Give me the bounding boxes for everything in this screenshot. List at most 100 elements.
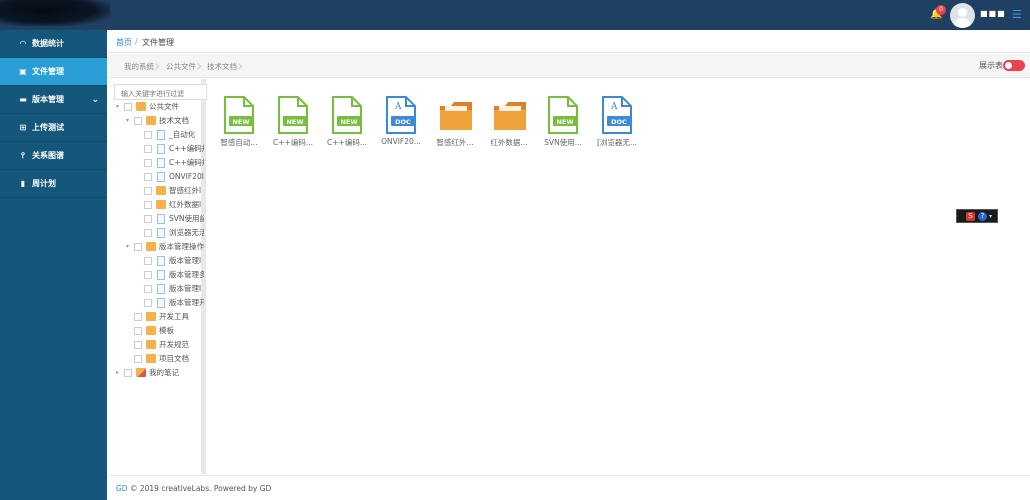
- tree-node-label: SVN使用記: [169, 214, 204, 223]
- tree-checkbox[interactable]: [134, 117, 142, 125]
- file-grid: NEW 智感自动... NEW C++编码... NEW C++编码... A DOC ONVI…: [211, 79, 1030, 474]
- file-name: C++编码...: [327, 138, 367, 147]
- graph-icon: ⫯: [21, 151, 25, 160]
- sidebar-item-stats[interactable]: ◠ 数据统计: [0, 30, 107, 58]
- sidebar-item-graph[interactable]: ⫯ 关系图谱: [0, 142, 107, 170]
- tree-node[interactable]: 版本管理多: [136, 268, 204, 282]
- tree-node[interactable]: ▾ 技术文档: [126, 114, 204, 128]
- tree-node[interactable]: 开发规范: [126, 338, 204, 352]
- dropdown-icon[interactable]: ▾: [989, 212, 992, 221]
- view-toggle-switch[interactable]: [1003, 60, 1025, 71]
- tree-node[interactable]: 红外数据l: [136, 198, 204, 212]
- tree-checkbox[interactable]: [144, 131, 152, 139]
- path-bar: 我的系统 › 公共文件 › 技术文档 › 展示表: [108, 54, 1030, 78]
- file-badge: DOC: [611, 118, 627, 126]
- file-item[interactable]: 智感红外...: [429, 96, 481, 151]
- floating-toolbar: S ? ▾: [956, 209, 998, 223]
- tree-node[interactable]: _自动化: [136, 128, 204, 142]
- tree-checkbox[interactable]: [144, 145, 152, 153]
- sidebar-item-upload[interactable]: ⊞ 上传测试: [0, 114, 107, 142]
- sidebar-item-weekly-plan[interactable]: ▮ 周计划: [0, 170, 107, 198]
- avatar[interactable]: [950, 3, 975, 28]
- caret-icon[interactable]: ▾: [126, 114, 134, 128]
- path-segment-tech-docs[interactable]: 技术文档: [207, 61, 237, 72]
- tree-node[interactable]: ONVIF20l: [136, 170, 204, 184]
- tree-node[interactable]: 开发工具: [126, 310, 204, 324]
- caret-icon[interactable]: ▾: [116, 100, 124, 114]
- tree-checkbox[interactable]: [144, 215, 152, 223]
- tree-checkbox[interactable]: [144, 201, 152, 209]
- tree-node[interactable]: 版本管理开: [136, 296, 204, 310]
- tree-node[interactable]: 模板: [126, 324, 204, 338]
- hamburger-icon[interactable]: ☰: [1012, 9, 1022, 20]
- breadcrumb: 首页 / 文件管理: [108, 30, 1030, 53]
- tree-node[interactable]: 智感红外l: [136, 184, 204, 198]
- folder-icon: [136, 102, 146, 111]
- brand-logo: [0, 0, 110, 26]
- sogou-icon[interactable]: S: [966, 212, 975, 221]
- tree-checkbox[interactable]: [144, 271, 152, 279]
- doc-icon: [157, 172, 165, 182]
- sidebar-item-versions[interactable]: ▬ 版本管理 ⌄: [0, 86, 107, 114]
- footer-brand-link[interactable]: GD: [116, 484, 128, 493]
- caret-icon[interactable]: ▾: [126, 240, 134, 254]
- tree-node[interactable]: 版本管理l: [136, 254, 204, 268]
- folder-icon: [146, 354, 156, 363]
- chevron-right-icon: ›: [237, 56, 244, 75]
- tree-node[interactable]: SVN使用記: [136, 212, 204, 226]
- tree-checkbox[interactable]: [144, 285, 152, 293]
- tree-checkbox[interactable]: [134, 355, 142, 363]
- tree-checkbox[interactable]: [144, 257, 152, 265]
- file-badge: NEW: [340, 118, 357, 126]
- file-item[interactable]: A DOC ONVIF20...: [375, 96, 427, 151]
- tree-node[interactable]: 项目文档: [126, 352, 204, 366]
- dashboard-icon: ◠: [19, 39, 27, 48]
- caret-icon[interactable]: ▸: [116, 366, 124, 380]
- tree-node[interactable]: C++编码规: [136, 142, 204, 156]
- path-segment-public[interactable]: 公共文件: [166, 61, 196, 72]
- file-item[interactable]: NEW C++编码...: [267, 96, 319, 151]
- tree-node[interactable]: ▸ 我的笔记: [116, 366, 204, 380]
- file-name: C++编码...: [273, 138, 313, 147]
- tree-checkbox[interactable]: [144, 299, 152, 307]
- file-item[interactable]: NEW C++编码...: [321, 96, 373, 151]
- file-item[interactable]: NEW SVN使用...: [537, 96, 589, 151]
- tree-node[interactable]: ▾ 版本管理操作: [126, 240, 204, 254]
- tree-node-label: 智感红外l: [169, 186, 202, 195]
- tree-node-label: 项目文档: [159, 354, 189, 363]
- tree-node[interactable]: 浏览器无活: [136, 226, 204, 240]
- sidebar-item-files[interactable]: ▣ 文件管理: [0, 58, 107, 86]
- path-segment-my-system[interactable]: 我的系统: [124, 61, 154, 72]
- tree-checkbox[interactable]: [144, 159, 152, 167]
- help-icon[interactable]: ?: [978, 212, 987, 221]
- file-item[interactable]: 红外数据...: [483, 96, 535, 151]
- tree-checkbox[interactable]: [134, 341, 142, 349]
- toggle-knob: [1005, 62, 1012, 69]
- tree-node-label: C++编码规: [169, 144, 204, 153]
- file-badge: DOC: [395, 118, 411, 126]
- breadcrumb-home-link[interactable]: 首页: [116, 37, 132, 48]
- tree-node-label: ONVIF20l: [169, 172, 204, 181]
- file-item[interactable]: A DOC [浏览器无...: [591, 96, 643, 151]
- username[interactable]: ■■■: [980, 9, 1006, 18]
- tree-node-label: C++编码规: [169, 158, 204, 167]
- tree-checkbox[interactable]: [124, 369, 132, 377]
- tree-node[interactable]: ▾ 公共文件: [116, 100, 204, 114]
- word-doc-icon: A DOC: [385, 96, 417, 134]
- tree-node-label: 模板: [159, 326, 174, 335]
- chevron-down-icon: ⌄: [91, 95, 99, 105]
- tree-checkbox[interactable]: [134, 313, 142, 321]
- tree-checkbox[interactable]: [144, 187, 152, 195]
- tree-checkbox[interactable]: [144, 229, 152, 237]
- tree-node[interactable]: 版本管理l: [136, 282, 204, 296]
- new-doc-icon: NEW: [223, 96, 255, 134]
- file-item[interactable]: NEW 智感自动...: [213, 96, 265, 151]
- tree-checkbox[interactable]: [124, 103, 132, 111]
- tree-checkbox[interactable]: [144, 173, 152, 181]
- tree-checkbox[interactable]: [134, 327, 142, 335]
- tree-filter-input[interactable]: [114, 84, 207, 100]
- tree-node[interactable]: C++编码规: [136, 156, 204, 170]
- tree-node-label: 红外数据l: [169, 200, 202, 209]
- tree-checkbox[interactable]: [134, 243, 142, 251]
- chart-icon: ▮: [20, 179, 26, 188]
